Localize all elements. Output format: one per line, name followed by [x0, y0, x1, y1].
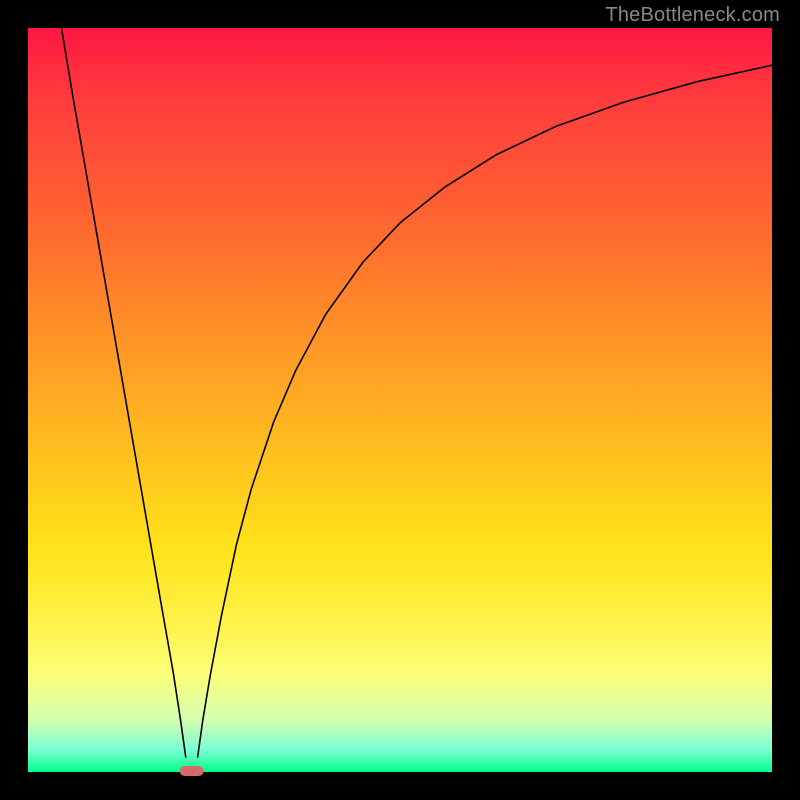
curve-right-arm — [198, 65, 772, 757]
plot-area — [28, 28, 772, 772]
watermark-text: TheBottleneck.com — [605, 4, 780, 27]
minimum-marker — [180, 766, 204, 776]
chart-frame: TheBottleneck.com — [0, 0, 800, 800]
curve-left-arm — [61, 28, 185, 757]
chart-svg — [28, 28, 772, 772]
